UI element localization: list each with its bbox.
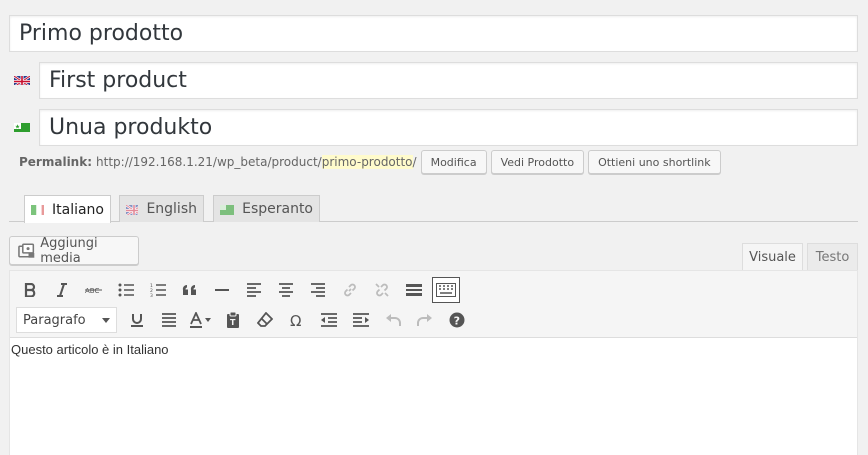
tab-visual[interactable]: Visuale bbox=[742, 243, 803, 271]
horizontal-line-icon[interactable] bbox=[208, 277, 236, 303]
permalink-label: Permalink: bbox=[19, 155, 93, 169]
chevron-down-icon bbox=[102, 317, 110, 323]
title-text-english: First product bbox=[49, 68, 187, 93]
tab-italiano[interactable]: Italiano bbox=[24, 195, 111, 223]
title-input-english[interactable]: First product bbox=[39, 62, 858, 99]
svg-text:T: T bbox=[230, 318, 236, 327]
toolbar-row-1: ABC 123 bbox=[16, 276, 464, 304]
language-tabs: Italiano English Esperanto bbox=[9, 195, 858, 223]
edit-permalink-button[interactable]: Modifica bbox=[420, 150, 487, 174]
align-center-icon[interactable] bbox=[272, 277, 300, 303]
uk-flag-icon bbox=[14, 74, 30, 85]
add-media-button[interactable]: Aggiungi media bbox=[9, 235, 139, 266]
add-media-label: Aggiungi media bbox=[40, 235, 98, 266]
italy-flag-icon bbox=[31, 204, 44, 215]
permalink-bar: Permalink: http://192.168.1.21/wp_beta/p… bbox=[19, 150, 721, 174]
toolbar-row-2: Paragrafo T Ω ? bbox=[16, 306, 475, 334]
tab-english[interactable]: English bbox=[119, 195, 204, 222]
editor: ABC 123 Paragrafo T Ω ? Questo articolo … bbox=[9, 270, 858, 455]
numbered-list-icon[interactable]: 123 bbox=[144, 277, 172, 303]
align-right-icon[interactable] bbox=[304, 277, 332, 303]
title-text-esperanto: Unua produkto bbox=[49, 115, 213, 140]
special-character-icon[interactable]: Ω bbox=[283, 307, 311, 333]
bold-icon[interactable] bbox=[16, 277, 44, 303]
read-more-icon[interactable] bbox=[400, 277, 428, 303]
permalink-slug[interactable]: primo-prodotto bbox=[321, 155, 413, 169]
tab-esperanto[interactable]: Esperanto bbox=[213, 195, 320, 222]
format-select-value: Paragrafo bbox=[23, 312, 86, 328]
svg-text:Ω: Ω bbox=[290, 313, 301, 328]
get-shortlink-button[interactable]: Ottieni uno shortlink bbox=[588, 150, 721, 174]
indent-icon[interactable] bbox=[347, 307, 375, 333]
permalink-url-suffix: / bbox=[412, 155, 417, 169]
tab-text[interactable]: Testo bbox=[807, 243, 858, 271]
svg-text:ABC: ABC bbox=[85, 287, 99, 295]
strikethrough-icon[interactable]: ABC bbox=[80, 277, 108, 303]
align-left-icon[interactable] bbox=[240, 277, 268, 303]
editor-content-text: Questo articolo è in Italiano bbox=[11, 342, 169, 357]
redo-icon[interactable] bbox=[411, 307, 439, 333]
media-icon bbox=[18, 243, 35, 258]
title-text-italian: Primo prodotto bbox=[19, 21, 184, 46]
text-color-icon[interactable] bbox=[187, 307, 215, 333]
esperanto-flag-icon bbox=[220, 204, 235, 215]
esperanto-flag-icon bbox=[14, 121, 30, 132]
svg-text:?: ? bbox=[454, 315, 460, 328]
help-icon[interactable]: ? bbox=[443, 307, 471, 333]
outdent-icon[interactable] bbox=[315, 307, 343, 333]
blockquote-icon[interactable] bbox=[176, 277, 204, 303]
title-input-italian[interactable]: Primo prodotto bbox=[9, 15, 858, 52]
bullet-list-icon[interactable] bbox=[112, 277, 140, 303]
format-select[interactable]: Paragrafo bbox=[16, 307, 117, 333]
permalink-url-prefix[interactable]: http://192.168.1.21/wp_beta/product/ bbox=[96, 155, 322, 169]
toolbar-toggle-icon[interactable] bbox=[432, 277, 460, 303]
underline-icon[interactable] bbox=[123, 307, 151, 333]
tab-esperanto-label: Esperanto bbox=[242, 201, 313, 217]
paste-text-icon[interactable]: T bbox=[219, 307, 247, 333]
tab-english-label: English bbox=[146, 201, 197, 217]
clear-formatting-icon[interactable] bbox=[251, 307, 279, 333]
svg-text:3: 3 bbox=[150, 293, 153, 297]
undo-icon[interactable] bbox=[379, 307, 407, 333]
italic-icon[interactable] bbox=[48, 277, 76, 303]
tab-italiano-label: Italiano bbox=[52, 201, 104, 218]
link-icon[interactable] bbox=[336, 277, 364, 303]
editor-content-area[interactable]: Questo articolo è in Italiano bbox=[10, 337, 857, 455]
view-product-button[interactable]: Vedi Prodotto bbox=[490, 150, 585, 174]
uk-flag-icon bbox=[126, 203, 139, 215]
title-input-esperanto[interactable]: Unua produkto bbox=[39, 109, 858, 146]
unlink-icon[interactable] bbox=[368, 277, 396, 303]
justify-icon[interactable] bbox=[155, 307, 183, 333]
